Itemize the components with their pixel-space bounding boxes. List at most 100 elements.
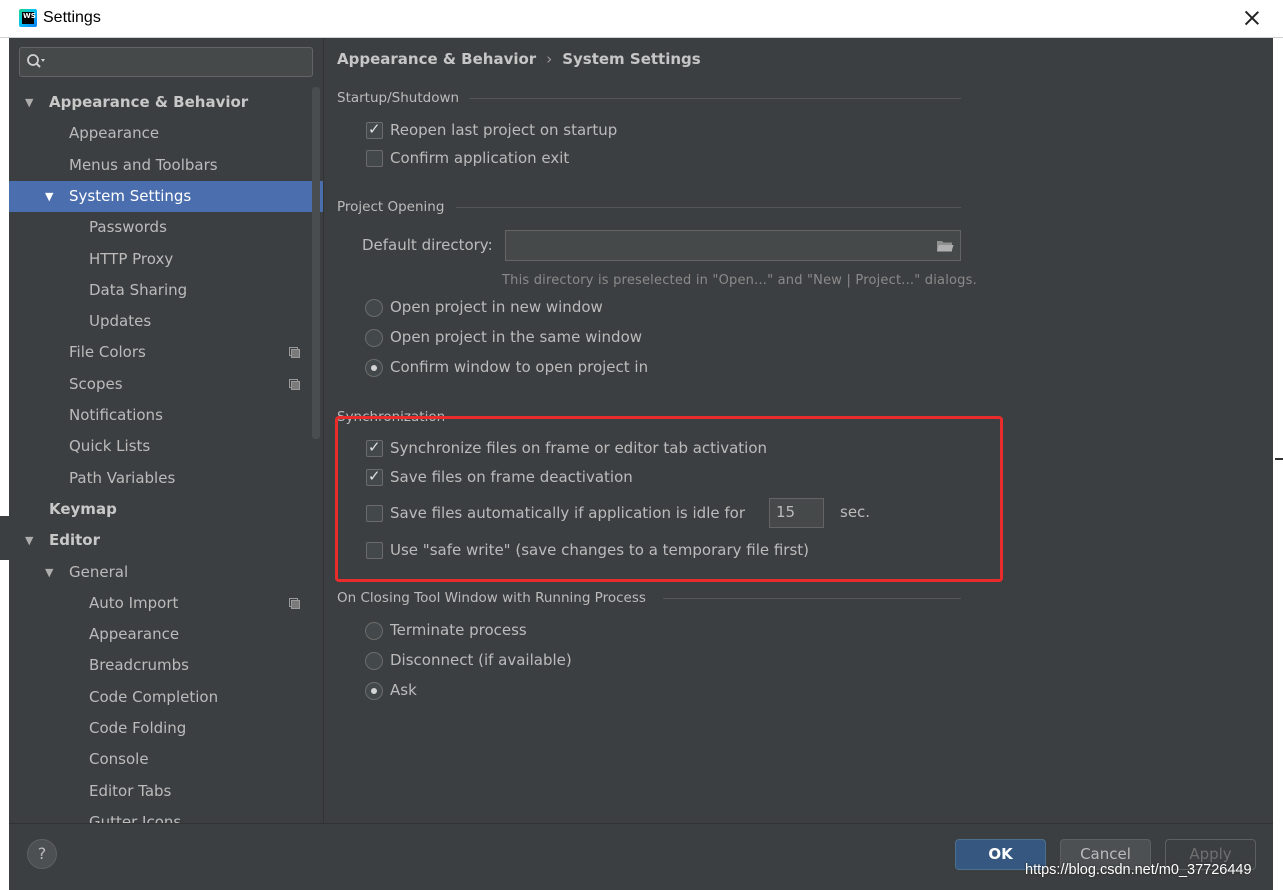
closing-tool-option-radio[interactable] bbox=[365, 652, 383, 670]
project-opening-group-title: Project Opening bbox=[337, 199, 445, 215]
sidebar-item-editor-tabs[interactable]: Editor Tabs bbox=[9, 776, 323, 807]
project-opening-option-radio[interactable] bbox=[365, 329, 383, 347]
title-bar: WS Settings bbox=[0, 0, 1283, 38]
sidebar-item-label: Appearance bbox=[89, 625, 180, 643]
sidebar-item-breadcrumbs[interactable]: Breadcrumbs bbox=[9, 650, 323, 681]
sidebar-item-keymap[interactable]: Keymap bbox=[9, 494, 323, 525]
sidebar-item-http-proxy[interactable]: HTTP Proxy bbox=[9, 244, 323, 275]
sidebar-item-label: Code Completion bbox=[89, 688, 219, 706]
save-when-idle-checkbox[interactable] bbox=[366, 505, 383, 522]
default-directory-hint: This directory is preselected in "Open..… bbox=[502, 273, 977, 288]
safe-write-checkbox[interactable] bbox=[366, 542, 383, 559]
close-window-icon[interactable] bbox=[1242, 8, 1262, 28]
sidebar-item-auto-import[interactable]: Auto Import bbox=[9, 588, 323, 619]
sidebar-item-menus-and-toolbars[interactable]: Menus and Toolbars bbox=[9, 150, 323, 181]
sidebar-item-label: Notifications bbox=[69, 406, 163, 424]
sidebar-item-label: Path Variables bbox=[69, 469, 176, 487]
sidebar-item-general[interactable]: ▼ General bbox=[9, 557, 323, 588]
sidebar-item-label: Updates bbox=[89, 312, 152, 330]
startup-group-title: Startup/Shutdown bbox=[337, 90, 460, 106]
sidebar-item-file-colors[interactable]: File Colors bbox=[9, 337, 323, 368]
sidebar-item-scopes[interactable]: Scopes bbox=[9, 369, 323, 400]
folder-icon[interactable] bbox=[936, 239, 954, 253]
sidebar-item-label: System Settings bbox=[69, 187, 192, 205]
sidebar-item-code-folding[interactable]: Code Folding bbox=[9, 713, 323, 744]
sidebar-item-quick-lists[interactable]: Quick Lists bbox=[9, 431, 323, 462]
closing-tool-option-label: Ask bbox=[390, 681, 417, 699]
sidebar-item-appearance[interactable]: Appearance bbox=[9, 118, 323, 149]
sidebar-item-label: Code Folding bbox=[89, 719, 187, 737]
idle-seconds-input[interactable]: 15 bbox=[769, 498, 824, 528]
sidebar-item-appearance-behavior[interactable]: ▼ Appearance & Behavior bbox=[9, 87, 323, 118]
closing-tool-option-label: Disconnect (if available) bbox=[390, 651, 572, 669]
sidebar-item-updates[interactable]: Updates bbox=[9, 306, 323, 337]
synchronize-files-checkbox[interactable] bbox=[366, 438, 383, 457]
sidebar-item-label: Data Sharing bbox=[89, 281, 188, 299]
reopen-last-project-checkbox[interactable] bbox=[366, 120, 383, 139]
sidebar-item-label: Menus and Toolbars bbox=[69, 156, 218, 174]
project-opening-option-label: Open project in the same window bbox=[390, 328, 643, 346]
project-opening-option-label: Open project in new window bbox=[390, 298, 603, 316]
sidebar-item-label: Editor bbox=[49, 531, 100, 549]
sidebar-item-passwords[interactable]: Passwords bbox=[9, 212, 323, 243]
closing-tool-option-radio[interactable] bbox=[365, 682, 383, 700]
project-level-icon bbox=[289, 379, 300, 390]
sidebar-item-label: Auto Import bbox=[89, 594, 179, 612]
watermark: https://blog.csdn.net/m0_37726449 bbox=[1025, 862, 1252, 878]
sidebar-item-path-variables[interactable]: Path Variables bbox=[9, 463, 323, 494]
sidebar-item-notifications[interactable]: Notifications bbox=[9, 400, 323, 431]
settings-sidebar: ▼ Appearance & Behavior Appearance Menus an… bbox=[9, 38, 323, 823]
sidebar-item-console[interactable]: Console bbox=[9, 744, 323, 775]
project-opening-option-radio[interactable] bbox=[365, 299, 383, 317]
sidebar-item-label: Gutter Icons bbox=[89, 813, 182, 823]
settings-content: Appearance & Behavior › System Settings St… bbox=[324, 38, 1273, 823]
breadcrumb: Appearance & Behavior › System Settings bbox=[337, 50, 701, 68]
save-when-idle-label: Save files automatically if application … bbox=[390, 504, 745, 522]
expand-arrow-icon[interactable]: ▼ bbox=[25, 525, 33, 556]
default-directory-field[interactable] bbox=[505, 230, 961, 261]
sidebar-item-label: Appearance & Behavior bbox=[49, 93, 249, 111]
sidebar-item-label: Quick Lists bbox=[69, 437, 151, 455]
settings-dialog: ▼ Appearance & Behavior Appearance Menus an… bbox=[9, 38, 1273, 890]
expand-arrow-icon[interactable]: ▼ bbox=[45, 181, 53, 212]
idle-seconds-unit: sec. bbox=[840, 503, 871, 521]
confirm-exit-label: Confirm application exit bbox=[390, 149, 570, 167]
breadcrumb-separator: › bbox=[546, 50, 553, 68]
synchronization-group-title: Synchronization bbox=[337, 409, 446, 425]
save-on-deactivation-checkbox[interactable] bbox=[366, 467, 383, 486]
expand-arrow-icon[interactable]: ▼ bbox=[25, 87, 33, 118]
sidebar-scrollbar[interactable] bbox=[312, 87, 320, 439]
sidebar-item-data-sharing[interactable]: Data Sharing bbox=[9, 275, 323, 306]
sidebar-item-appearance[interactable]: Appearance bbox=[9, 619, 323, 650]
sidebar-item-label: File Colors bbox=[69, 343, 146, 361]
sidebar-item-gutter-icons[interactable]: Gutter Icons bbox=[9, 807, 323, 823]
expand-arrow-icon[interactable]: ▼ bbox=[45, 557, 53, 588]
dialog-footer: ? OK Cancel Apply bbox=[9, 823, 1273, 890]
project-level-icon bbox=[289, 347, 300, 358]
default-directory-label: Default directory: bbox=[362, 236, 493, 254]
breadcrumb-current: System Settings bbox=[562, 50, 701, 68]
project-opening-option-radio[interactable] bbox=[365, 359, 383, 377]
sidebar-item-label: Passwords bbox=[89, 218, 167, 236]
project-level-icon bbox=[289, 598, 300, 609]
project-opening-option-label: Confirm window to open project in bbox=[390, 358, 649, 376]
help-button[interactable]: ? bbox=[27, 839, 57, 869]
breadcrumb-parent[interactable]: Appearance & Behavior bbox=[337, 50, 536, 68]
sidebar-item-label: Breadcrumbs bbox=[89, 656, 189, 674]
synchronize-files-label: Synchronize files on frame or editor tab… bbox=[390, 439, 768, 457]
closing-tool-group-title: On Closing Tool Window with Running Proc… bbox=[337, 590, 646, 606]
search-input[interactable] bbox=[19, 47, 313, 77]
closing-tool-option-radio[interactable] bbox=[365, 622, 383, 640]
confirm-exit-checkbox[interactable] bbox=[366, 150, 383, 167]
safe-write-label: Use "safe write" (save changes to a temp… bbox=[390, 541, 810, 559]
sidebar-item-code-completion[interactable]: Code Completion bbox=[9, 682, 323, 713]
reopen-last-project-label: Reopen last project on startup bbox=[390, 121, 618, 139]
sidebar-item-system-settings[interactable]: ▼ System Settings bbox=[9, 181, 323, 212]
sidebar-item-label: HTTP Proxy bbox=[89, 250, 174, 268]
window-title: Settings bbox=[43, 9, 101, 26]
sidebar-item-label: Appearance bbox=[69, 124, 160, 142]
sidebar-item-editor[interactable]: ▼ Editor bbox=[9, 525, 323, 556]
save-on-deactivation-label: Save files on frame deactivation bbox=[390, 468, 633, 486]
background-page-left bbox=[0, 38, 9, 890]
webstorm-app-icon: WS bbox=[19, 9, 37, 27]
